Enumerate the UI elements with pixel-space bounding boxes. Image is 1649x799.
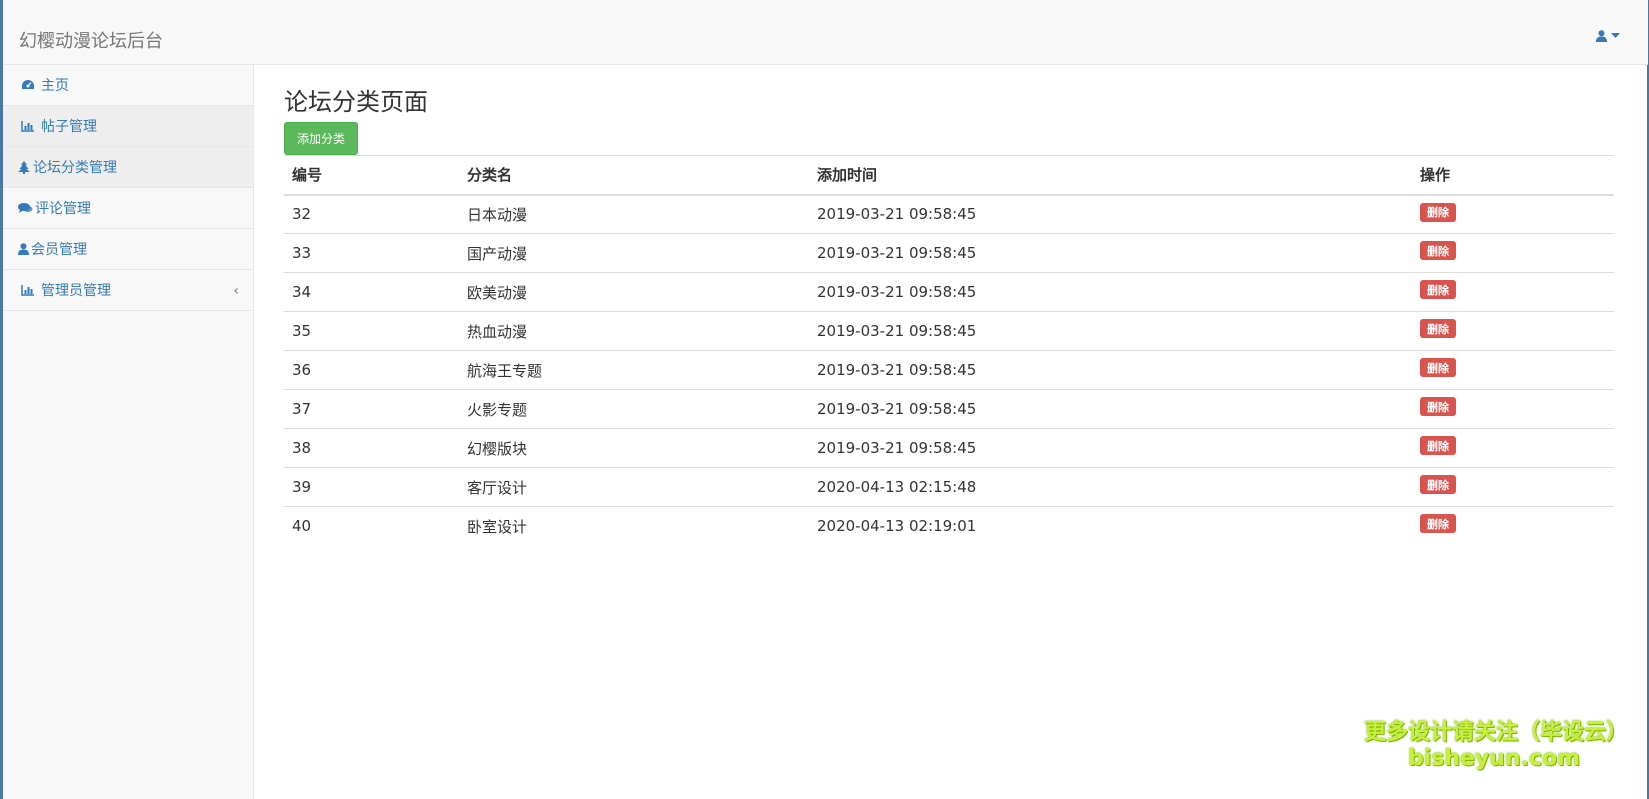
cell-time: 2019-03-21 09:58:45 [817,205,977,224]
sidebar-item-posts[interactable]: 帖子管理 [3,106,253,147]
sidebar-item-comments[interactable]: 评论管理 [3,188,253,229]
comments-icon [17,201,33,215]
cell-actions: 删除 [1412,428,1614,468]
dashboard-icon [19,78,37,92]
top-navbar: 幻樱动漫论坛后台 [3,0,1648,65]
table-row: 35 热血动漫 2019-03-21 09:58:45 删除 [284,311,1614,351]
cell-name: 国产动漫 [459,233,809,273]
caret-down-icon [1611,33,1620,39]
cell-name: 客厅设计 [459,467,809,507]
delete-button[interactable]: 删除 [1420,280,1456,299]
delete-button[interactable]: 删除 [1420,358,1456,377]
sidebar-item-label: 管理员管理 [41,283,111,299]
bar-chart-icon [19,283,37,297]
cell-id: 35 [284,311,459,351]
cell-name: 日本动漫 [467,205,528,224]
cell-id: 37 [284,389,459,429]
tree-icon [17,160,31,174]
chevron-left-icon[interactable]: ‹ [233,283,239,299]
cell-id: 33 [284,233,459,273]
cell-id: 32 [292,205,312,224]
delete-button[interactable]: 删除 [1420,436,1456,455]
watermark-line1: 更多设计请关注（毕设云） [1364,720,1629,745]
cell-id: 38 [284,428,459,468]
table-row: 33 国产动漫 2019-03-21 09:58:45 删除 [284,233,1614,273]
table-row: 40 卧室设计 2020-04-13 02:19:01 删除 [284,506,1614,546]
app-brand[interactable]: 幻樱动漫论坛后台 [19,27,163,53]
category-table: 编号 分类名 添加时间 操作 32 日本动漫 2019-03-21 09:58:… [284,155,1614,546]
column-header-time: 添加时间 [809,155,1412,196]
watermark-line2: bisheyun.com [1407,746,1581,771]
cell-time: 2019-03-21 09:58:45 [809,428,1412,468]
cell-name: 欧美动漫 [459,272,809,312]
add-category-button[interactable]: 添加分类 [284,122,359,155]
column-header-name: 分类名 [459,155,809,196]
column-header-id: 编号 [284,155,459,196]
cell-name: 幻樱版块 [459,428,809,468]
table-row: 39 客厅设计 2020-04-13 02:15:48 删除 [284,467,1614,507]
cell-name: 火影专题 [459,389,809,429]
table-row: 34 欧美动漫 2019-03-21 09:58:45 删除 [284,272,1614,312]
sidebar-item-label: 论坛分类管理 [33,160,117,176]
table-row: 38 幻樱版块 2019-03-21 09:58:45 删除 [284,428,1614,468]
sidebar: 主页 帖子管理 论坛分类管理 评论管理 会员管理 管理员管理 ‹ [3,65,254,799]
sidebar-item-home[interactable]: 主页 [3,65,253,106]
cell-actions: 删除 [1412,350,1614,390]
cell-name: 航海王专题 [459,350,809,390]
cell-id: 36 [284,350,459,390]
sidebar-item-admins[interactable]: 管理员管理 ‹ [3,270,253,311]
cell-actions: 删除 [1412,467,1614,507]
sidebar-item-label: 帖子管理 [41,119,97,135]
table-row: 36 航海王专题 2019-03-21 09:58:45 删除 [284,350,1614,390]
table-row: 37 火影专题 2019-03-21 09:58:45 删除 [284,389,1614,429]
cell-actions: 删除 [1412,506,1614,546]
cell-actions: 删除 [1412,233,1614,273]
sidebar-item-label: 会员管理 [31,242,87,258]
cell-time: 2019-03-21 09:58:45 [809,350,1412,390]
watermark: 更多设计请关注（毕设云） bisheyun.com [1364,720,1629,772]
cell-time: 2019-03-21 09:58:45 [809,233,1412,273]
admin-page: 幻樱动漫论坛后台 主页 帖子管理 论坛分类管理 评论管理 会员管理 管理员管理 … [0,0,1649,799]
cell-time: 2020-04-13 02:15:48 [809,467,1412,507]
sidebar-item-label: 评论管理 [35,201,91,217]
delete-button[interactable]: 删除 [1420,241,1456,260]
cell-name: 卧室设计 [459,506,809,546]
table-header-row: 编号 分类名 添加时间 操作 [284,155,1614,196]
cell-time: 2019-03-21 09:58:45 [809,389,1412,429]
cell-actions: 删除 [1412,195,1614,234]
cell-actions: 删除 [1412,311,1614,351]
delete-button[interactable]: 删除 [1420,319,1456,338]
delete-button[interactable]: 删除 [1420,514,1456,533]
cell-id: 34 [284,272,459,312]
cell-id: 39 [284,467,459,507]
user-menu-toggle[interactable] [1596,30,1620,42]
table-row: 32 日本动漫 2019-03-21 09:58:45 删除 [284,195,1614,234]
sidebar-item-members[interactable]: 会员管理 [3,229,253,270]
user-icon [1596,30,1607,42]
sidebar-item-label: 主页 [41,78,69,94]
cell-time: 2019-03-21 09:58:45 [809,272,1412,312]
cell-name: 热血动漫 [459,311,809,351]
delete-button[interactable]: 删除 [1420,475,1456,494]
cell-actions: 删除 [1412,389,1614,429]
cell-time: 2020-04-13 02:19:01 [809,506,1412,546]
cell-time: 2019-03-21 09:58:45 [809,311,1412,351]
page-title: 论坛分类页面 [284,88,428,116]
bar-chart-icon [19,119,37,133]
cell-id: 40 [284,506,459,546]
delete-button[interactable]: 删除 [1420,397,1456,416]
column-header-actions: 操作 [1412,155,1614,196]
cell-actions: 删除 [1412,272,1614,312]
delete-button[interactable]: 删除 [1420,202,1456,222]
sidebar-item-forum-categories[interactable]: 论坛分类管理 [3,147,253,188]
user-icon [17,242,29,256]
